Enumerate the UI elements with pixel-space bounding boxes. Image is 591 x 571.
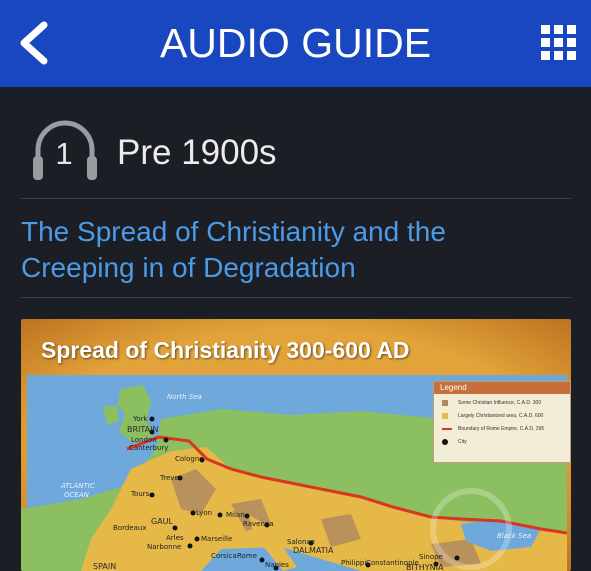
track-label: Pre 1900s — [117, 133, 277, 172]
christianity-map-image: Spread of Christianity 300-600 AD Legend… — [21, 319, 571, 571]
map-label: Narbonne — [147, 543, 182, 551]
map-label: Arles — [166, 534, 184, 542]
map-label: Bordeaux — [113, 524, 147, 532]
article-title[interactable]: The Spread of Christianity and the Creep… — [21, 214, 571, 286]
map-label: North Sea — [167, 393, 202, 401]
map-label: Tours — [131, 490, 150, 498]
legend-title: Legend — [434, 382, 570, 394]
map-label: Cologne — [175, 455, 204, 463]
divider — [21, 297, 571, 298]
article-title-line-1: The Spread of Christianity and the — [21, 216, 446, 247]
map-label: OCEAN — [64, 491, 89, 499]
map-label: DALMATIA — [293, 546, 334, 555]
map-label: Sinope — [419, 553, 443, 561]
menu-grid-button[interactable] — [540, 24, 578, 62]
article-title-line-2: Creeping in of Degradation — [21, 252, 356, 283]
legend-swatch — [442, 400, 448, 406]
map-label: Lyon — [196, 509, 213, 517]
legend-swatch — [442, 413, 448, 419]
map-label: Marseille — [201, 535, 233, 543]
map-label: London — [131, 436, 157, 444]
map-legend: Legend Some Christian Influence, C.A.D. … — [433, 381, 571, 463]
map-label: ATLANTIC — [61, 482, 95, 490]
map-label: BITHYNIA — [406, 563, 444, 571]
app-header: AUDIO GUIDE — [0, 0, 591, 87]
map-label: Canterbury — [129, 444, 169, 452]
map-label: Salonae — [287, 538, 315, 546]
map-label: York — [133, 415, 148, 423]
map-label: Naples — [265, 561, 289, 569]
map-label: Philippi — [341, 559, 367, 567]
map-label: Rome — [237, 552, 257, 560]
map-label: Milan — [226, 511, 245, 519]
map-label: Corsica — [211, 552, 237, 560]
page-title: AUDIO GUIDE — [159, 20, 432, 66]
map-title: Spread of Christianity 300-600 AD — [41, 337, 410, 363]
map-label: Ravenna — [243, 520, 274, 528]
map-label: GAUL — [151, 517, 173, 526]
map-label: BRITAIN — [127, 425, 159, 434]
grid-icon — [541, 25, 576, 60]
map-label: SPAIN — [93, 562, 117, 571]
map-label: Black Sea — [497, 532, 532, 540]
legend-swatch — [442, 428, 452, 430]
map-label: Treves — [160, 474, 183, 482]
track-number: 1 — [55, 136, 73, 171]
divider — [21, 198, 571, 199]
legend-swatch — [442, 439, 448, 445]
track-header: 1 Pre 1900s — [30, 118, 570, 188]
